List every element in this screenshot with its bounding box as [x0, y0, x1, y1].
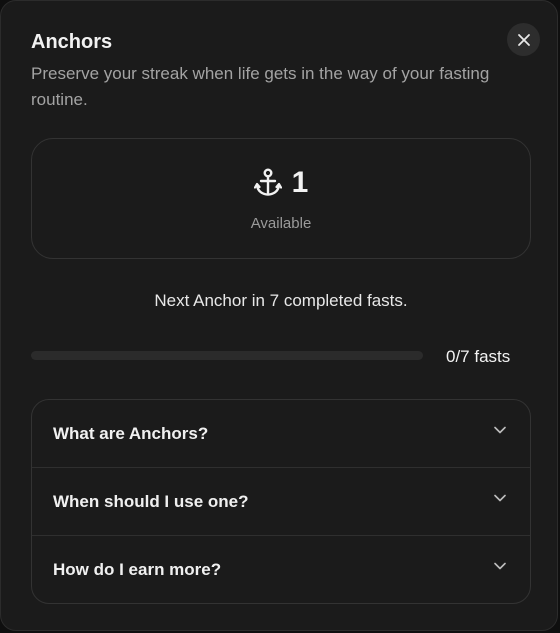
- faq-accordion: What are Anchors? When should I use one?…: [31, 399, 531, 604]
- faq-item-label: What are Anchors?: [53, 423, 209, 443]
- faq-item-earn-more[interactable]: How do I earn more?: [32, 536, 530, 603]
- chevron-down-icon: [494, 494, 506, 501]
- faq-item-when-to-use[interactable]: When should I use one?: [32, 468, 530, 536]
- close-icon: [517, 33, 530, 46]
- close-button[interactable]: [507, 23, 540, 56]
- anchors-available-card: 1 Available: [31, 138, 531, 259]
- progress-count: 0/7 fasts: [446, 347, 511, 366]
- available-label: Available: [250, 215, 312, 232]
- faq-item-label: How do I earn more?: [53, 560, 222, 579]
- faq-item-label: When should I use one?: [53, 491, 249, 511]
- anchor-icon: [253, 168, 282, 196]
- faq-item-what-are-anchors[interactable]: What are Anchors?: [32, 400, 530, 468]
- anchors-dialog: Anchors Preserve your streak when life g…: [0, 0, 558, 631]
- anchor-count-row: 1: [32, 165, 530, 201]
- chevron-down-icon: [494, 426, 506, 433]
- chevron-down-icon: [494, 562, 506, 570]
- progress-bar: [31, 351, 423, 360]
- dialog-title: Anchors: [31, 31, 113, 53]
- next-anchor-text: Next Anchor in 7 completed fasts.: [154, 291, 408, 310]
- dialog-subtitle: Preserve your streak when life gets in t…: [31, 64, 490, 109]
- anchor-count: 1: [291, 166, 309, 199]
